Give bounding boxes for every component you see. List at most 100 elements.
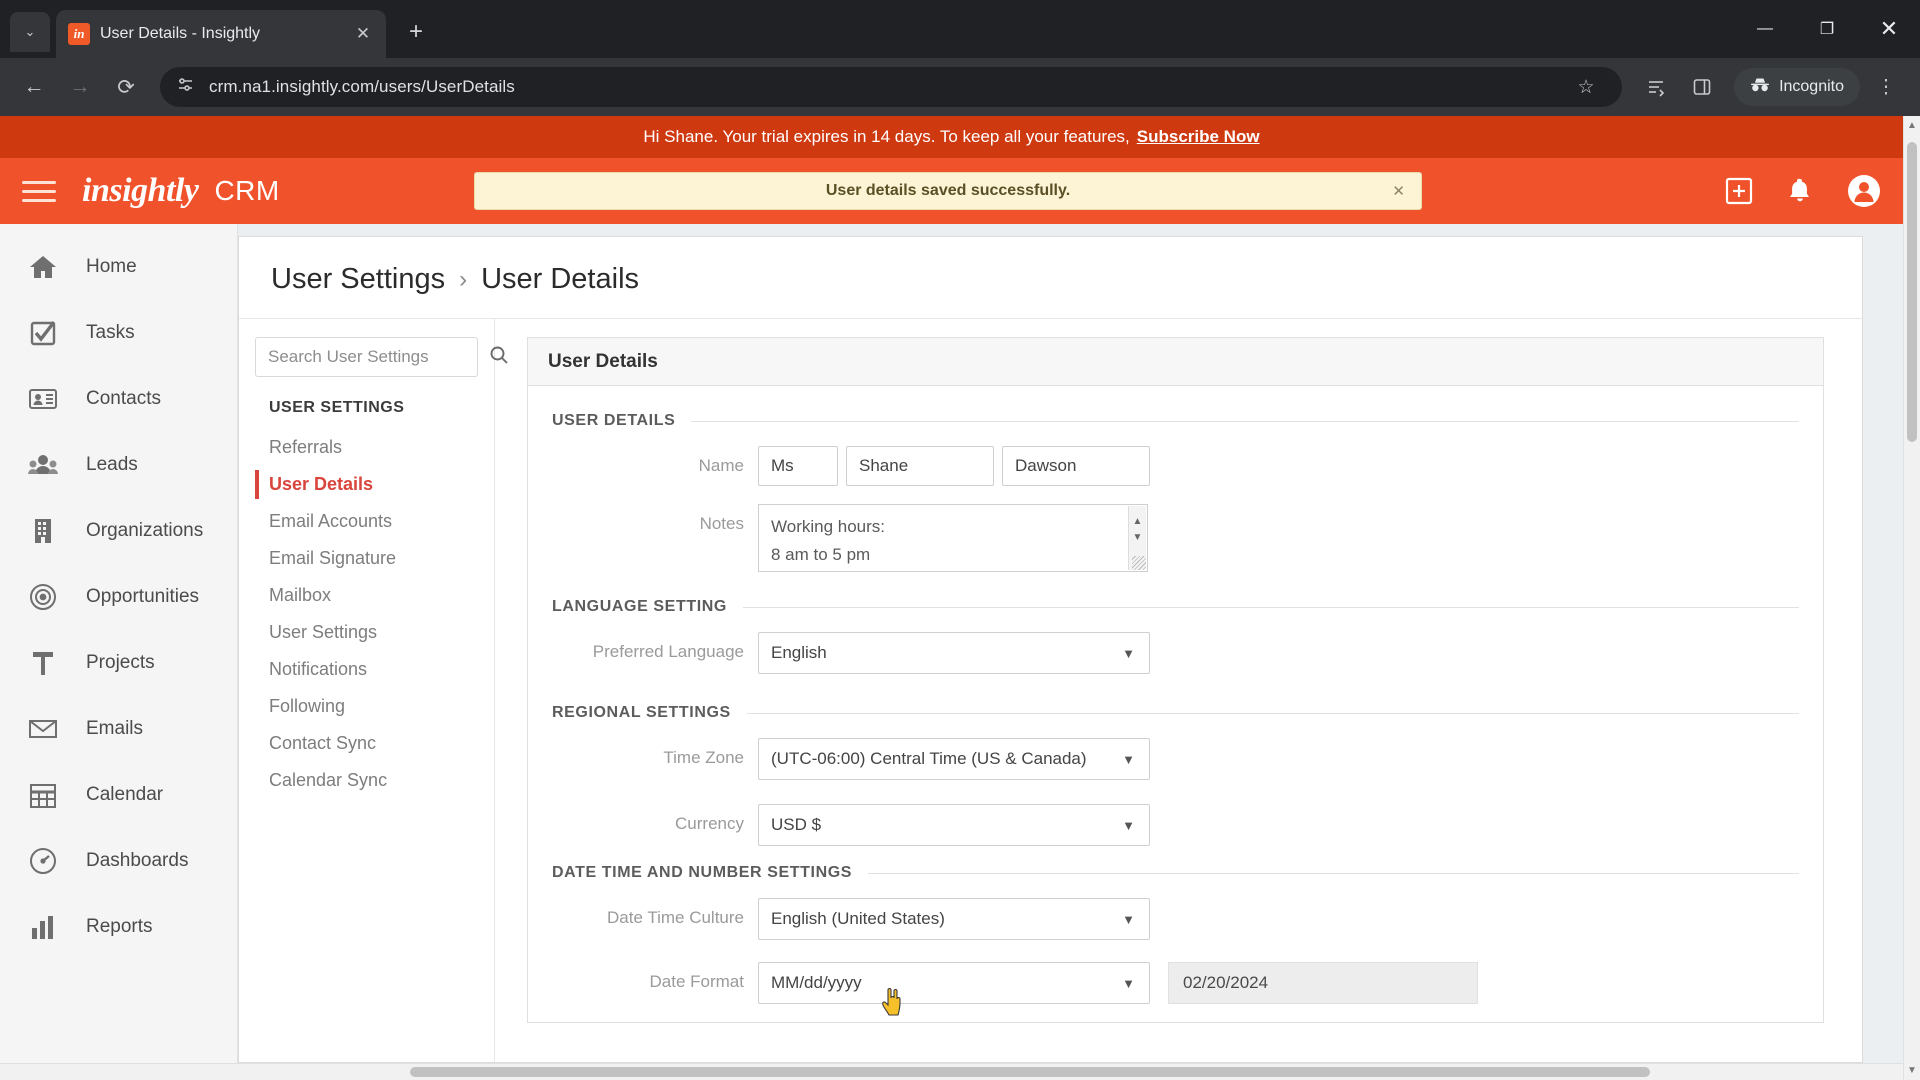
settings-item-calendar-sync[interactable]: Calendar Sync	[255, 762, 494, 799]
sidebar-item-opportunities[interactable]: Opportunities	[0, 564, 237, 630]
add-new-icon[interactable]	[1725, 177, 1753, 205]
notes-line-2: 8 am to 5 pm	[771, 545, 871, 564]
window-controls: — ❐ ✕	[1734, 0, 1920, 58]
name-label: Name	[698, 456, 744, 475]
close-tab-icon[interactable]: ✕	[352, 24, 374, 44]
insightly-logo: insightly	[82, 172, 199, 209]
date-format-select[interactable]: MM/dd/yyyy ▼	[758, 962, 1150, 1004]
last-name-input[interactable]: Dawson	[1002, 446, 1150, 486]
subscribe-now-link[interactable]: Subscribe Now	[1137, 127, 1260, 147]
close-toast-icon[interactable]: ✕	[1392, 182, 1405, 200]
horizontal-scrollbar[interactable]	[0, 1063, 1903, 1080]
user-account-icon[interactable]	[1847, 174, 1881, 208]
date-time-culture-value: English (United States)	[771, 909, 945, 928]
chevron-down-icon: ▼	[1122, 817, 1135, 833]
chevron-down-icon: ▼	[1122, 751, 1135, 767]
legend-label: REGIONAL SETTINGS	[552, 704, 731, 721]
settings-item-following[interactable]: Following	[255, 688, 494, 725]
opportunities-icon	[26, 580, 60, 614]
currency-select[interactable]: USD $ ▼	[758, 804, 1150, 846]
hamburger-menu-icon[interactable]	[22, 180, 56, 202]
forward-button[interactable]: →	[60, 67, 100, 107]
contacts-icon	[26, 382, 60, 416]
trial-banner: Hi Shane. Your trial expires in 14 days.…	[0, 116, 1903, 158]
settings-item-contact-sync[interactable]: Contact Sync	[255, 725, 494, 762]
settings-item-notifications[interactable]: Notifications	[255, 651, 494, 688]
maximize-button[interactable]: ❐	[1796, 0, 1858, 58]
panel-title: User Details	[528, 338, 1823, 386]
settings-item-email-accounts[interactable]: Email Accounts	[255, 503, 494, 540]
settings-split: USER SETTINGS Referrals User Details Ema…	[239, 318, 1862, 1062]
chevron-down-icon: ⌄	[24, 24, 36, 39]
scroll-up-icon[interactable]: ▲	[1904, 120, 1920, 131]
settings-item-referrals[interactable]: Referrals	[255, 429, 494, 466]
tab-title: User Details - Insightly	[100, 25, 261, 42]
settings-item-mailbox[interactable]: Mailbox	[255, 577, 494, 614]
sidebar-item-label: Projects	[86, 652, 155, 673]
calendar-icon	[26, 778, 60, 812]
sidebar-item-leads[interactable]: Leads	[0, 432, 237, 498]
reading-list-icon[interactable]	[1636, 67, 1676, 107]
notes-textarea[interactable]: Working hours: 8 am to 5 pm ▲ ▼	[758, 504, 1148, 572]
back-button[interactable]: ←	[14, 67, 54, 107]
trial-message: Hi Shane. Your trial expires in 14 days.…	[643, 127, 1130, 146]
browser-tab[interactable]: in User Details - Insightly ✕	[56, 10, 386, 58]
tab-search-button[interactable]: ⌄	[10, 12, 50, 52]
sidebar-item-contacts[interactable]: Contacts	[0, 366, 237, 432]
notes-line-1: Working hours:	[771, 517, 886, 536]
preferred-language-label: Preferred Language	[592, 642, 744, 661]
legend-divider	[691, 420, 1799, 422]
settings-item-user-settings[interactable]: User Settings	[255, 614, 494, 651]
vertical-scroll-thumb[interactable]	[1907, 142, 1917, 442]
sidebar-item-home[interactable]: Home	[0, 234, 237, 300]
minimize-button[interactable]: —	[1734, 0, 1796, 58]
sidebar-item-label: Opportunities	[86, 586, 200, 607]
page-info-icon[interactable]	[176, 75, 195, 99]
first-name-input[interactable]: Shane	[846, 446, 994, 486]
sidebar-item-dashboards[interactable]: Dashboards	[0, 828, 237, 894]
date-preview: 02/20/2024	[1168, 962, 1478, 1004]
sidebar-item-projects[interactable]: Projects	[0, 630, 237, 696]
date-time-culture-select[interactable]: English (United States) ▼	[758, 898, 1150, 940]
breadcrumb-parent[interactable]: User Settings	[271, 263, 445, 296]
sidebar-item-emails[interactable]: Emails	[0, 696, 237, 762]
sidebar-item-calendar[interactable]: Calendar	[0, 762, 237, 828]
settings-group-title: USER SETTINGS	[269, 399, 405, 416]
browser-menu-icon[interactable]: ⋮	[1866, 67, 1906, 107]
emails-icon	[26, 712, 60, 746]
timezone-label: Time Zone	[663, 748, 744, 767]
timezone-select[interactable]: (UTC-06:00) Central Time (US & Canada) ▼	[758, 738, 1150, 780]
scroll-down-icon[interactable]: ▼	[1129, 524, 1146, 552]
notes-field-row: Notes Working hours: 8 am to 5 pm ▲ ▼	[552, 504, 1799, 572]
close-window-button[interactable]: ✕	[1858, 0, 1920, 58]
sidebar-item-reports[interactable]: Reports	[0, 894, 237, 960]
resize-grip[interactable]	[1132, 556, 1146, 570]
preferred-language-select[interactable]: English ▼	[758, 632, 1150, 674]
address-bar[interactable]: crm.na1.insightly.com/users/UserDetails …	[160, 67, 1623, 107]
sidebar-item-tasks[interactable]: Tasks	[0, 300, 237, 366]
insightly-favicon: in	[68, 23, 90, 45]
currency-value: USD $	[771, 815, 822, 834]
settings-item-user-details[interactable]: User Details	[255, 466, 494, 503]
search-input[interactable]	[268, 347, 489, 367]
salutation-input[interactable]: Ms	[758, 446, 838, 486]
date-time-culture-row: Date Time Culture English (United States…	[552, 898, 1799, 940]
chevron-down-icon: ▼	[1122, 975, 1135, 991]
incognito-indicator[interactable]: Incognito	[1734, 68, 1860, 106]
vertical-scrollbar[interactable]: ▲ ▼	[1903, 116, 1920, 1080]
search-user-settings[interactable]	[255, 337, 508, 377]
tab-strip: ⌄ in User Details - Insightly ✕ + — ❐ ✕	[0, 0, 1920, 58]
settings-item-email-signature[interactable]: Email Signature	[255, 540, 494, 577]
side-panel-icon[interactable]	[1682, 67, 1722, 107]
sidebar-item-organizations[interactable]: Organizations	[0, 498, 237, 564]
notifications-bell-icon[interactable]	[1787, 177, 1813, 205]
scroll-down-icon[interactable]: ▼	[1904, 1065, 1920, 1076]
breadcrumb-separator: ›	[459, 265, 468, 293]
new-tab-button[interactable]: +	[396, 12, 436, 52]
date-format-label: Date Format	[649, 972, 744, 991]
incognito-icon	[1750, 77, 1770, 98]
bookmark-star-icon[interactable]: ☆	[1566, 67, 1606, 107]
sidebar-item-label: Organizations	[86, 520, 204, 541]
reload-button[interactable]: ⟳	[106, 67, 146, 107]
horizontal-scroll-thumb[interactable]	[410, 1067, 1650, 1077]
